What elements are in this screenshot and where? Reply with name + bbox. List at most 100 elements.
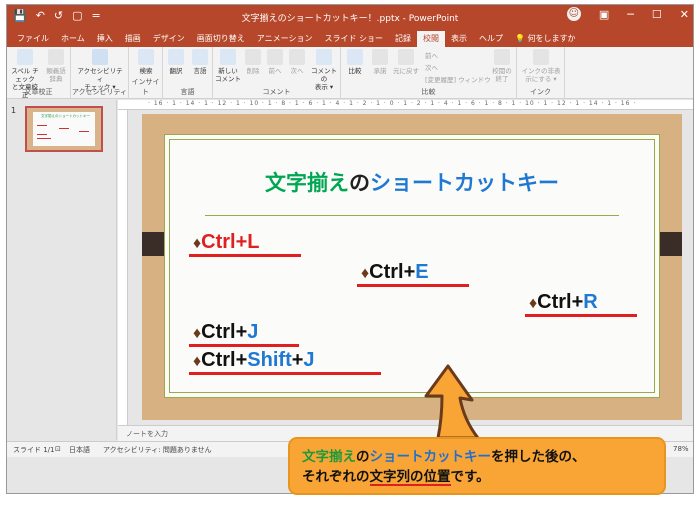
compare-next[interactable]: 次へ <box>425 62 438 72</box>
delete-comment-button[interactable]: 削除 <box>243 49 263 75</box>
shortcut-prefix: Ctrl+ <box>369 261 416 283</box>
title-part-2: の <box>349 172 370 195</box>
show-comments-icon <box>316 49 332 65</box>
hide-ink-label: インクの非表 示にする ▾ <box>521 67 561 83</box>
compare-button[interactable]: 比較 <box>343 49 367 75</box>
thesaurus-label: 類義語 辞典 <box>46 67 66 83</box>
tab-transitions[interactable]: 画面切り替え <box>191 31 251 47</box>
shortcut-distributed[interactable]: ♦Ctrl+Shift+J <box>193 349 315 372</box>
diamond-bullet: ♦ <box>193 353 202 370</box>
shortcut-key: E <box>415 261 429 283</box>
notes-placeholder: ノートを入力 <box>126 430 168 438</box>
group-accessibility: アクセシビリティ チェック ▾ アクセシビリティ <box>71 47 129 99</box>
tab-review[interactable]: 校閲 <box>417 31 445 47</box>
tab-design[interactable]: デザイン <box>147 31 191 47</box>
shortcut-prefix: Ctrl+ <box>201 231 248 253</box>
accept-icon <box>372 49 388 65</box>
end-review-button[interactable]: 校閲の 終了 <box>489 49 515 83</box>
shortcut-plus: + <box>291 349 304 371</box>
delete-comment-label: 削除 <box>246 67 260 75</box>
tell-me-search[interactable]: 💡 何をしますか <box>509 31 582 47</box>
language-status[interactable]: 日本語 <box>69 445 90 455</box>
revisions-pane[interactable]: [変更履歴] ウィンドウ <box>425 74 491 84</box>
slide-canvas[interactable]: 文字揃えのショートカットキー ♦Ctrl+L ♦Ctrl+E ♦Ctrl+R ♦… <box>142 114 682 420</box>
reject-label: 元に戻す <box>393 67 419 75</box>
underline-center <box>357 284 469 287</box>
tab-file[interactable]: ファイル <box>11 31 55 47</box>
thumbnail-line <box>37 138 51 139</box>
spell-check-icon <box>17 49 33 65</box>
shortcut-key: J <box>303 349 315 371</box>
group-language: 翻訳 言語 言語 <box>163 47 213 99</box>
shortcut-right[interactable]: ♦Ctrl+R <box>529 291 598 314</box>
translate-button[interactable]: 翻訳 <box>165 49 187 75</box>
shortcut-justify[interactable]: ♦Ctrl+J <box>193 321 258 344</box>
compare-icon <box>347 49 363 65</box>
callout-text: 文字揃え <box>302 449 356 464</box>
spell-status-icon[interactable]: ⊡ <box>55 445 61 453</box>
ribbon-display-icon[interactable]: ▣ <box>599 8 609 21</box>
compare-prev[interactable]: 前へ <box>425 50 438 60</box>
account-avatar[interactable]: ☺ <box>566 7 581 21</box>
search-label: 検索 <box>139 67 153 75</box>
shortcut-key: L <box>247 231 260 253</box>
search-icon <box>138 49 154 65</box>
shortcut-shift: Shift <box>247 349 292 371</box>
slide-counter: スライド 1/1 <box>13 446 55 454</box>
underline-right <box>525 314 637 317</box>
tab-record[interactable]: 記録 <box>389 31 417 47</box>
language-icon <box>192 49 208 65</box>
group-label: 文章校正 <box>24 88 53 96</box>
accept-button[interactable]: 承諾 <box>369 49 391 75</box>
tab-insert[interactable]: 挿入 <box>91 31 119 47</box>
callout-line-1: 文字揃えのショートカットキーを押した後の、 <box>302 447 664 467</box>
thesaurus-icon <box>48 49 64 65</box>
close-icon[interactable]: ✕ <box>680 8 689 21</box>
delete-comment-icon <box>245 49 261 65</box>
next-comment-button[interactable]: 次へ <box>287 49 307 75</box>
reject-button[interactable]: 元に戻す <box>393 49 419 75</box>
shortcut-center[interactable]: ♦Ctrl+E <box>361 261 429 284</box>
maximize-icon[interactable]: ☐ <box>652 8 662 21</box>
prev-comment-button[interactable]: 前へ <box>265 49 285 75</box>
thesaurus-button[interactable]: 類義語 辞典 <box>43 49 69 83</box>
group-proofing: スペル チェック と文章校正 類義語 辞典 文章校正 <box>7 47 71 99</box>
group-label: インク <box>530 88 551 96</box>
shortcut-key: J <box>247 321 259 343</box>
explanation-callout: 文字揃えのショートカットキーを押した後の、 それぞれの文字列の位置です。 <box>288 437 666 495</box>
hide-ink-button[interactable]: インクの非表 示にする ▾ <box>519 49 563 83</box>
end-review-icon <box>494 49 510 65</box>
tab-home[interactable]: ホーム <box>55 31 91 47</box>
group-ink: インクの非表 示にする ▾ インク <box>517 47 565 99</box>
powerpoint-window: 💾 ↶ ↺ ▢ = 文字揃えのショートカットキー！.pptx - PowerPo… <box>6 4 694 494</box>
tell-me-label: 何をしますか <box>527 34 576 43</box>
language-button[interactable]: 言語 <box>189 49 211 75</box>
diamond-bullet: ♦ <box>361 265 370 282</box>
tab-view[interactable]: 表示 <box>445 31 473 47</box>
accessibility-check-button[interactable]: アクセシビリティ チェック ▾ <box>75 49 125 91</box>
prev-comment-icon <box>267 49 283 65</box>
callout-arrow <box>424 364 480 440</box>
accessibility-status[interactable]: アクセシビリティ: 問題ありません <box>103 445 212 455</box>
slide-thumbnail-panel: 1 文字揃えのショートカットキー <box>7 100 117 440</box>
tab-draw[interactable]: 描画 <box>119 31 147 47</box>
minimize-icon[interactable]: ─ <box>627 8 634 21</box>
slide-thumbnail[interactable]: 文字揃えのショートカットキー <box>25 106 103 152</box>
show-comments-button[interactable]: コメントの 表示 ▾ <box>309 49 339 91</box>
shortcut-left[interactable]: ♦Ctrl+L <box>193 231 260 254</box>
tab-help[interactable]: ヘルプ <box>473 31 509 47</box>
title-part-1: 文字揃え <box>265 172 349 195</box>
tab-animations[interactable]: アニメーション <box>251 31 319 47</box>
underline-justify <box>189 344 299 347</box>
search-button[interactable]: 検索 <box>133 49 159 75</box>
slide-title[interactable]: 文字揃えのショートカットキー <box>165 167 659 197</box>
zoom-level[interactable]: 78% <box>673 445 689 453</box>
shortcut-key: R <box>583 291 598 313</box>
horizontal-ruler: · 16 · 1 · 14 · 1 · 12 · 1 · 10 · 1 · 8 … <box>118 100 693 110</box>
tab-slideshow[interactable]: スライド ショー <box>318 31 389 47</box>
accept-label: 承諾 <box>373 67 387 75</box>
shortcut-prefix: Ctrl+ <box>201 321 248 343</box>
callout-text: です。 <box>450 469 490 484</box>
callout-line-2: それぞれの文字列の位置です。 <box>302 467 664 487</box>
new-comment-button[interactable]: 新しい コメント <box>215 49 241 83</box>
